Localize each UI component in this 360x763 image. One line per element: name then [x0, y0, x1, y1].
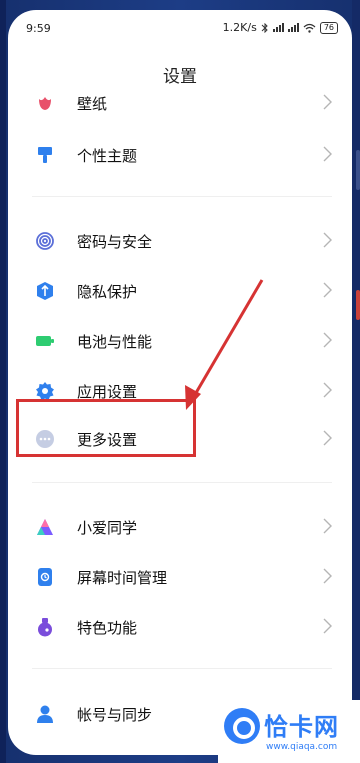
annotation-arrow [185, 279, 264, 410]
watermark-brand: 恰卡网 [264, 712, 339, 741]
watermark-url: www.qiaqa.com [266, 742, 338, 752]
watermark-logo-icon [224, 708, 260, 744]
watermark: 恰卡网 www.qiaqa.com [218, 700, 360, 763]
